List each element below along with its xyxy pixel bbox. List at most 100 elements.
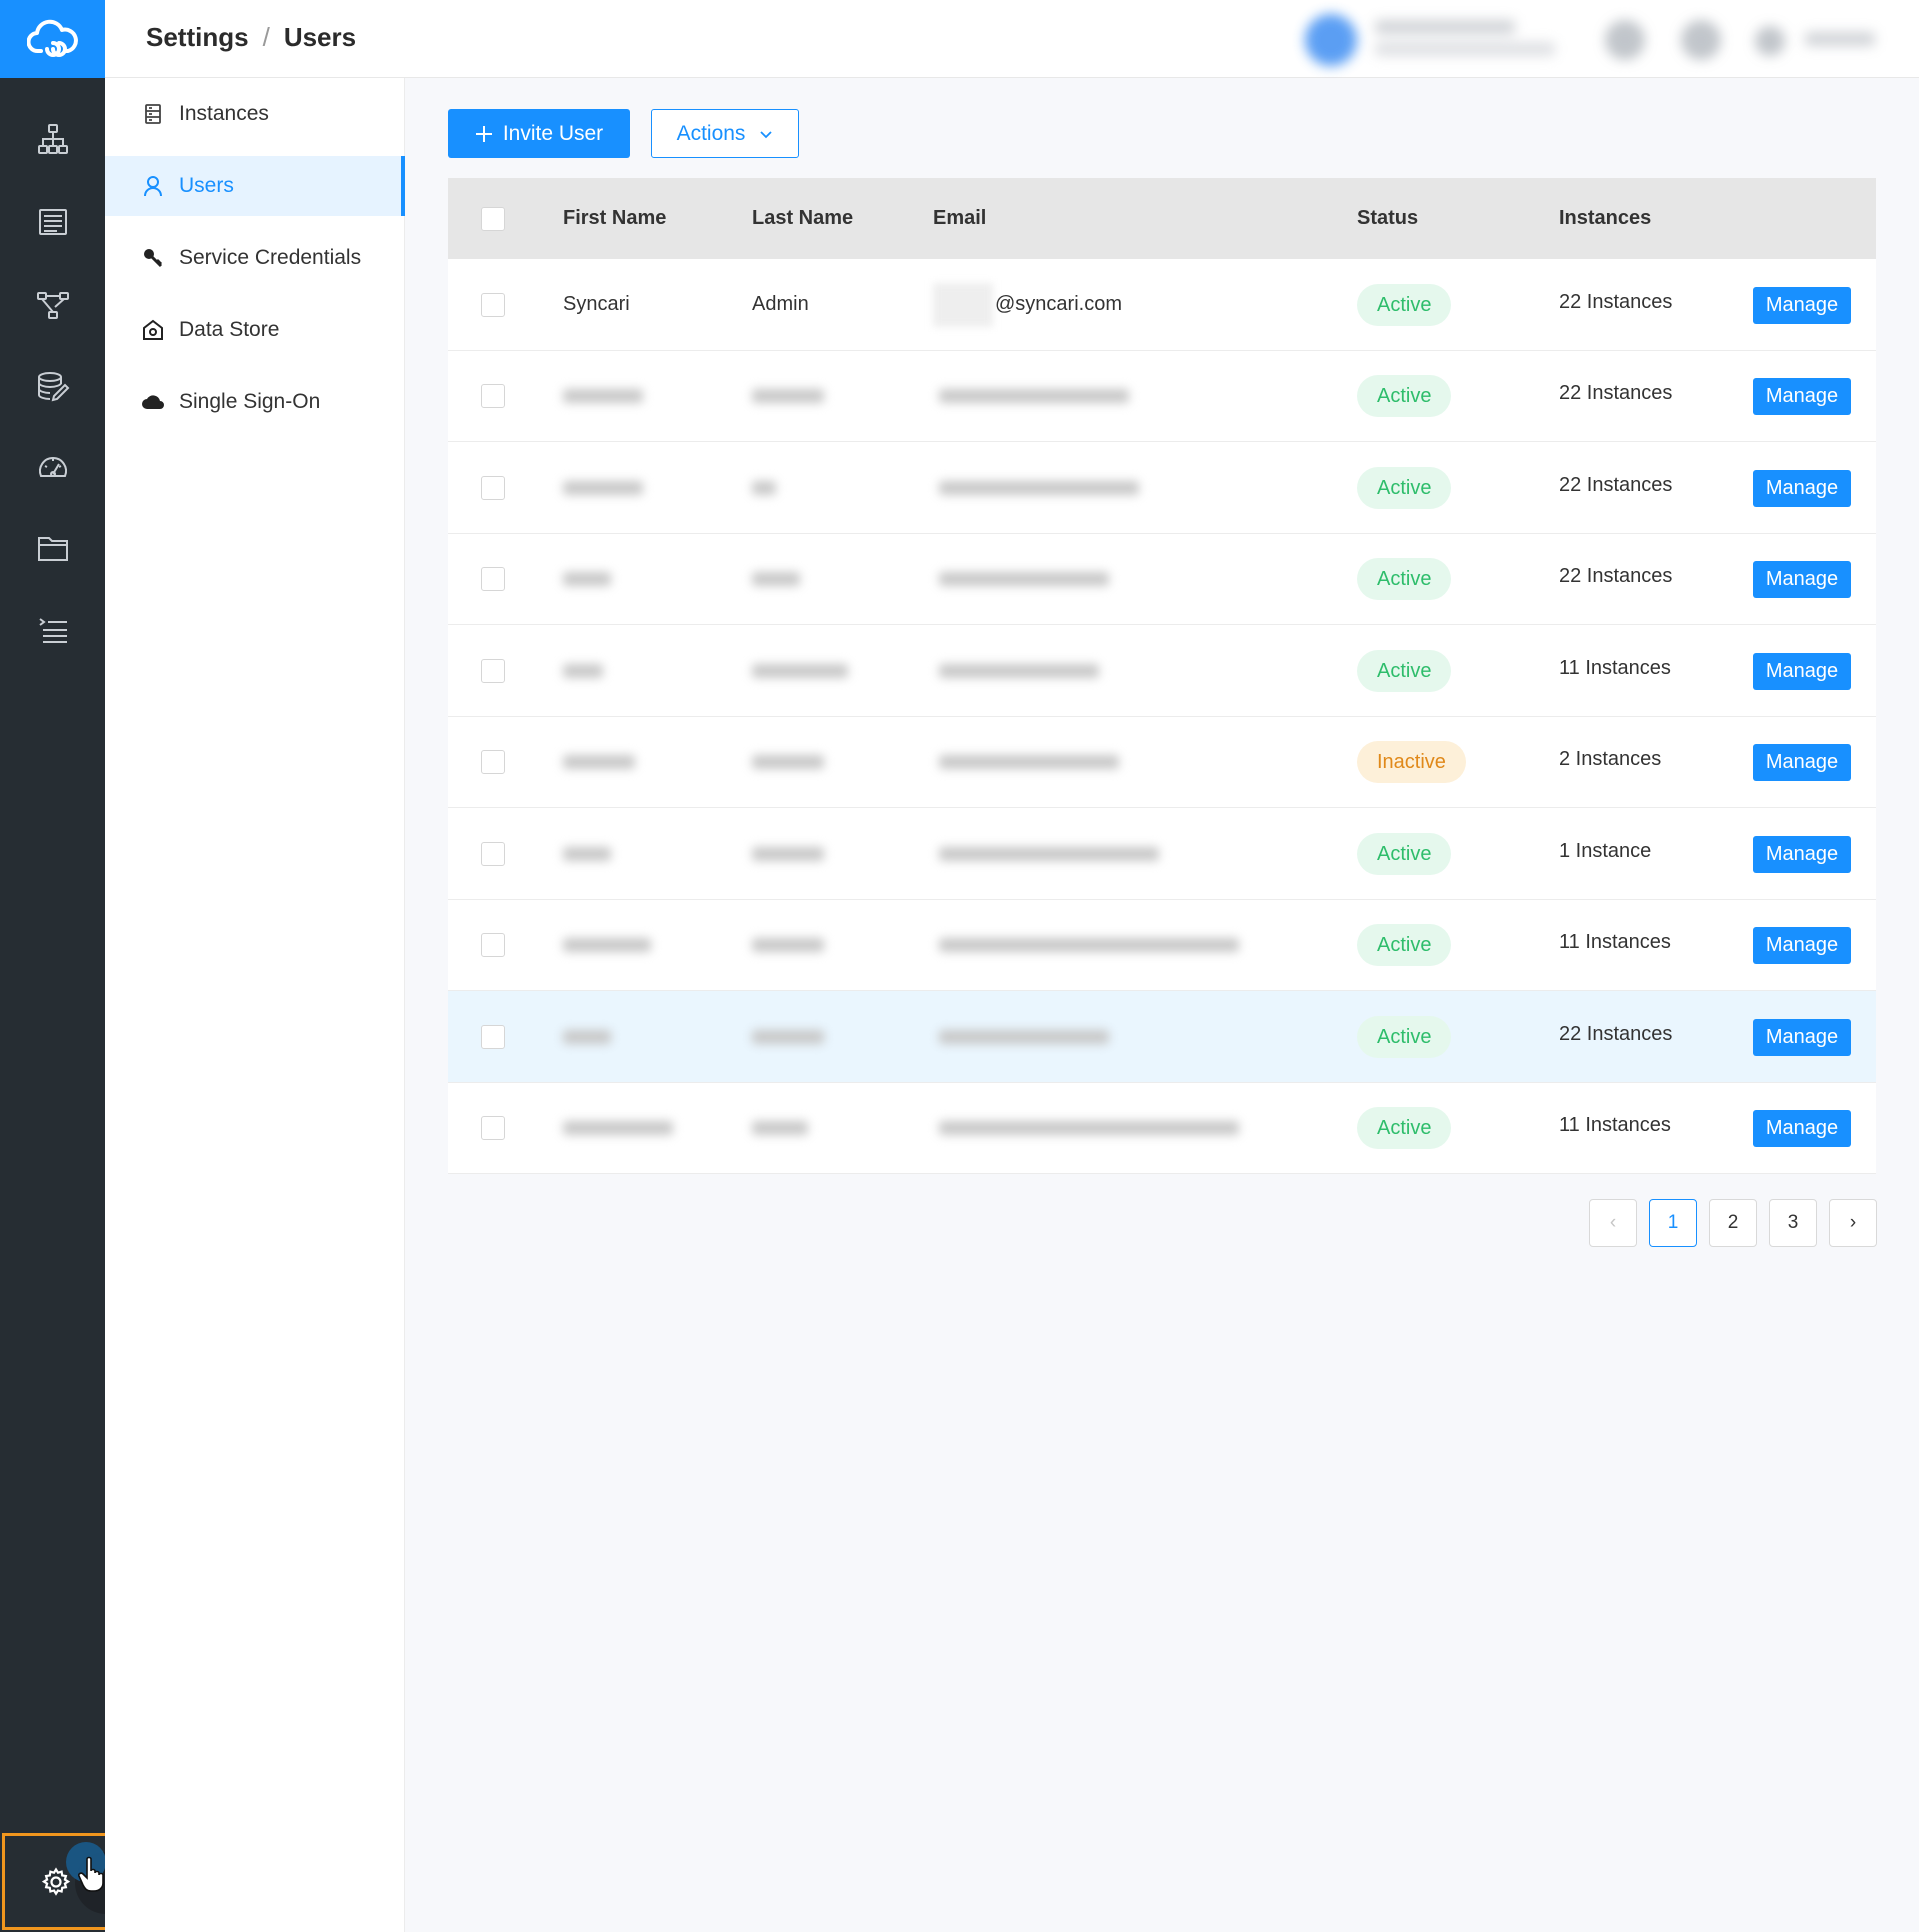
- redacted-email: [939, 846, 1159, 861]
- settings-subnav: Instances Users Service Credentials Data…: [105, 78, 405, 1932]
- select-all-checkbox[interactable]: [481, 207, 505, 231]
- integration-graph-icon: [37, 124, 68, 154]
- subnav-label: Users: [179, 174, 234, 197]
- pagination-page-3[interactable]: 3: [1769, 1199, 1817, 1247]
- avatar[interactable]: [1305, 14, 1357, 66]
- table-row[interactable]: Active 11 Instances Manage: [448, 899, 1876, 991]
- cell-instances: 1 Instance: [1559, 839, 1652, 862]
- user-icon: [141, 174, 165, 198]
- column-header-email[interactable]: Email: [933, 178, 986, 259]
- table-row[interactable]: Active 11 Instances Manage: [448, 1082, 1876, 1174]
- redacted-first-name: [563, 938, 651, 953]
- manage-button[interactable]: Manage: [1753, 652, 1851, 690]
- pagination-page-2[interactable]: 2: [1709, 1199, 1757, 1247]
- row-checkbox[interactable]: [481, 1024, 505, 1049]
- header-icon-button[interactable]: [1755, 26, 1785, 56]
- column-header-instances[interactable]: Instances: [1559, 178, 1651, 259]
- redacted-email: [939, 389, 1129, 404]
- row-checkbox[interactable]: [481, 1116, 505, 1141]
- manage-button[interactable]: Manage: [1753, 378, 1851, 416]
- redacted-email: [939, 572, 1109, 587]
- row-checkbox[interactable]: [481, 841, 505, 866]
- cell-email: @syncari.com: [995, 292, 1122, 315]
- subnav-item-service-credentials[interactable]: Service Credentials: [105, 228, 405, 288]
- breadcrumb-settings-link[interactable]: Settings: [146, 22, 249, 53]
- table-row[interactable]: Active 22 Instances Manage: [448, 533, 1876, 625]
- row-checkbox[interactable]: [481, 750, 505, 775]
- redacted-first-name: [563, 389, 643, 404]
- redacted-last-name: [752, 1121, 808, 1136]
- key-icon: [141, 246, 165, 270]
- redacted-first-name: [563, 1121, 673, 1136]
- subnav-item-users[interactable]: Users: [105, 156, 405, 216]
- row-checkbox[interactable]: [481, 658, 505, 683]
- row-checkbox[interactable]: [481, 475, 505, 500]
- column-header-status[interactable]: Status: [1357, 178, 1418, 259]
- subnav-item-instances[interactable]: Instances: [105, 84, 405, 144]
- redacted-email: [939, 1121, 1239, 1136]
- column-header-last-name[interactable]: Last Name: [752, 178, 853, 259]
- row-checkbox[interactable]: [481, 292, 505, 317]
- subnav-item-data-store[interactable]: Data Store: [105, 300, 405, 360]
- rail-item-folder[interactable]: [0, 513, 105, 583]
- breadcrumb-current: Users: [283, 22, 357, 52]
- manage-button[interactable]: Manage: [1753, 561, 1851, 599]
- redacted-last-name: [752, 389, 824, 404]
- rail-item-list[interactable]: [0, 187, 105, 257]
- cell-instances: 11 Instances: [1559, 931, 1671, 954]
- rail-item-flow[interactable]: [0, 270, 105, 340]
- header-icon-button[interactable]: [1605, 20, 1645, 60]
- table-row[interactable]: Active 22 Instances Manage: [448, 350, 1876, 442]
- manage-button[interactable]: Manage: [1753, 927, 1851, 965]
- redacted-email-prefix: [933, 282, 993, 327]
- dashboard-gauge-icon: [38, 457, 67, 477]
- folder-icon: [37, 537, 68, 561]
- table-row[interactable]: Inactive 2 Instances Manage: [448, 716, 1876, 808]
- invite-user-button[interactable]: Invite User: [448, 109, 630, 158]
- hand-cursor-icon: [78, 1856, 104, 1892]
- actions-dropdown-button[interactable]: Actions: [651, 109, 799, 158]
- status-badge: Active: [1357, 1015, 1452, 1058]
- cell-instances: 22 Instances: [1559, 473, 1673, 496]
- subnav-label: Service Credentials: [179, 246, 362, 269]
- pagination-page-1[interactable]: 1: [1649, 1199, 1697, 1247]
- row-checkbox[interactable]: [481, 384, 505, 409]
- cell-last-name: Admin: [752, 292, 809, 315]
- plus-icon: [475, 125, 492, 142]
- pagination-prev-button[interactable]: ‹: [1589, 1199, 1637, 1247]
- manage-button[interactable]: Manage: [1753, 1018, 1851, 1056]
- redacted-email: [939, 755, 1119, 770]
- row-checkbox[interactable]: [481, 567, 505, 592]
- table-body: Syncari Admin @syncari.com Active 22 Instanc…: [448, 259, 1876, 1174]
- row-checkbox[interactable]: [481, 933, 505, 958]
- cell-instances: 11 Instances: [1559, 1114, 1671, 1137]
- subnav-label: Instances: [179, 102, 269, 125]
- table-row[interactable]: Active 11 Instances Manage: [448, 625, 1876, 717]
- rail-item-database[interactable]: [0, 352, 105, 422]
- rail-item-dashboard[interactable]: [0, 433, 105, 503]
- redacted-email: [939, 480, 1139, 495]
- subnav-item-sso[interactable]: Single Sign-On: [105, 372, 405, 432]
- app-logo[interactable]: [0, 0, 105, 78]
- manage-button[interactable]: Manage: [1753, 286, 1851, 324]
- table-row[interactable]: Active 1 Instance Manage: [448, 808, 1876, 900]
- rail-item-logs[interactable]: [0, 595, 105, 665]
- column-header-first-name[interactable]: First Name: [563, 178, 666, 259]
- manage-button[interactable]: Manage: [1753, 469, 1851, 507]
- redacted-first-name: [563, 572, 611, 587]
- table-row[interactable]: Active 22 Instances Manage: [448, 991, 1876, 1083]
- manage-button[interactable]: Manage: [1753, 835, 1851, 873]
- redacted-first-name: [563, 846, 611, 861]
- cloud-icon: [141, 390, 165, 414]
- rail-item-integration[interactable]: [0, 104, 105, 174]
- manage-button[interactable]: Manage: [1753, 744, 1851, 782]
- table-row[interactable]: Active 22 Instances Manage: [448, 442, 1876, 534]
- status-badge: Active: [1357, 1107, 1452, 1150]
- table-row[interactable]: Syncari Admin @syncari.com Active 22 Instanc…: [448, 259, 1876, 351]
- pagination-next-button[interactable]: ›: [1829, 1199, 1877, 1247]
- redacted-last-name: [752, 938, 824, 953]
- cell-first-name: Syncari: [563, 292, 630, 315]
- header-icon-button[interactable]: [1681, 20, 1721, 60]
- subnav-label: Data Store: [179, 318, 280, 341]
- manage-button[interactable]: Manage: [1753, 1110, 1851, 1148]
